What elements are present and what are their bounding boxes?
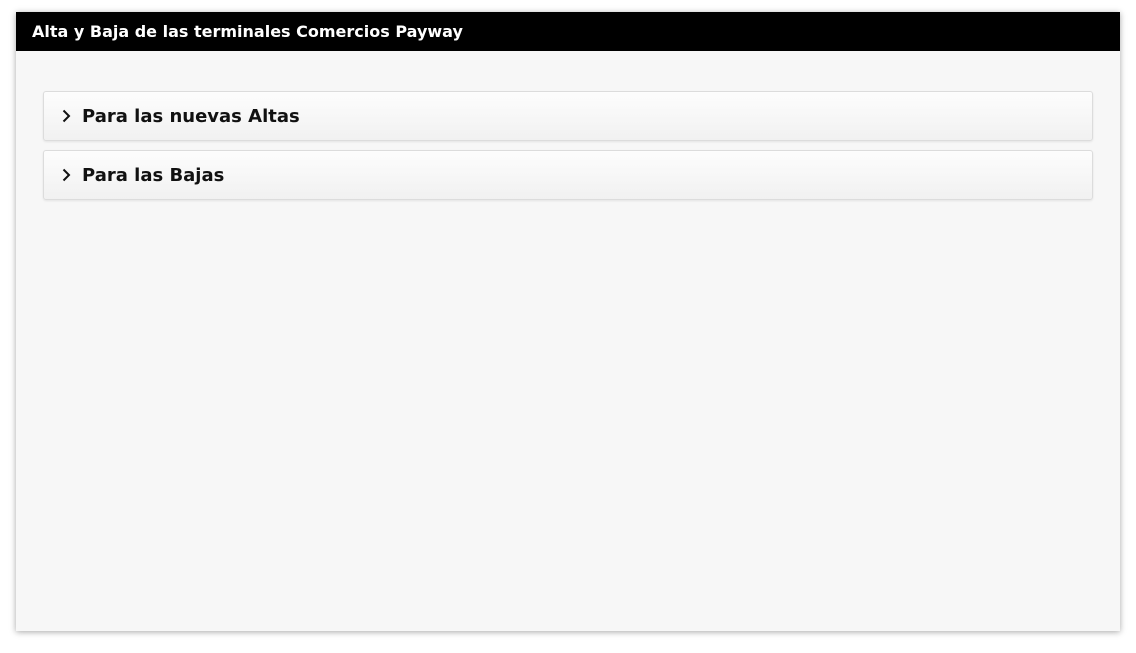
accordion-item-label: Para las Bajas — [82, 164, 225, 186]
chevron-right-icon — [60, 109, 72, 123]
chevron-right-icon — [60, 168, 72, 182]
accordion-item-label: Para las nuevas Altas — [82, 105, 300, 127]
accordion-item-bajas[interactable]: Para las Bajas — [43, 150, 1093, 200]
window-title: Alta y Baja de las terminales Comercios … — [32, 22, 463, 41]
accordion: Para las nuevas Altas Para las Bajas — [16, 51, 1120, 200]
title-bar: Alta y Baja de las terminales Comercios … — [16, 12, 1120, 51]
accordion-item-altas[interactable]: Para las nuevas Altas — [43, 91, 1093, 141]
dialog-window: Alta y Baja de las terminales Comercios … — [16, 12, 1120, 631]
